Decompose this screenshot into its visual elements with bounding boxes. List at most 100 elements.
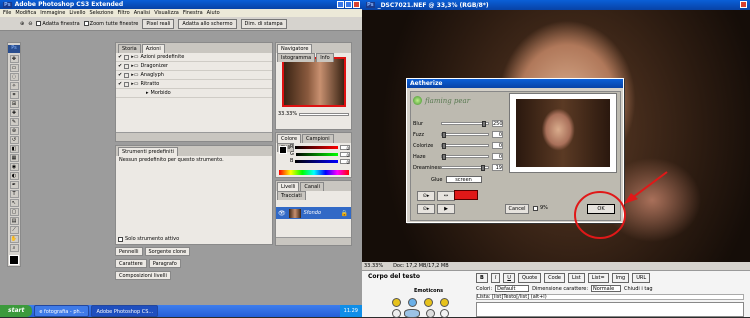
menu-selezione[interactable]: Selezione	[89, 10, 113, 16]
color-channel-slider[interactable]	[295, 159, 338, 163]
navigator-zoom-slider[interactable]	[299, 112, 349, 116]
shape-tool-icon[interactable]: ▢	[9, 208, 19, 216]
eraser-tool-icon[interactable]: ◧	[9, 145, 19, 153]
format-list-button[interactable]: List=	[587, 273, 609, 283]
size-select[interactable]: Normale	[591, 285, 622, 292]
checkmark-icon[interactable]: ✔	[118, 72, 122, 78]
fit-screen-button[interactable]: Adatta allo schermo	[178, 18, 237, 29]
wand-tool-icon[interactable]: ✧	[9, 82, 19, 90]
menu-file[interactable]: File	[3, 10, 11, 16]
dialog-toggle-icon[interactable]	[124, 54, 130, 60]
colori-select[interactable]: Default	[495, 285, 530, 292]
menu-finestra[interactable]: Finestra	[183, 10, 203, 16]
stamp-tool-icon[interactable]: ⊛	[9, 127, 19, 135]
print-size-button[interactable]: Dim. di stampa	[240, 18, 287, 29]
fit-window-checkbox[interactable]	[36, 21, 42, 26]
slice-tool-icon[interactable]: ⊞	[9, 100, 19, 108]
tab-layers-tracciati[interactable]: Tracciati	[277, 191, 306, 200]
action-item[interactable]: ✔ ▸▭ Azioni predefinite	[116, 53, 272, 62]
eye-icon[interactable]: 👁	[278, 210, 286, 217]
tab-layers-canali[interactable]: Canali	[300, 182, 324, 191]
tab-color-colore[interactable]: Colore	[277, 134, 302, 143]
maximize-button[interactable]	[345, 1, 352, 8]
notes-tool-icon[interactable]: ▤	[9, 217, 19, 225]
close-tags-link[interactable]: Chiudi i tag	[624, 286, 653, 292]
checkmark-icon[interactable]: ✔	[118, 81, 122, 87]
minimize-button[interactable]	[337, 1, 344, 8]
tab-pennelli[interactable]: Pennelli	[115, 247, 143, 256]
taskbar-item-photoshop[interactable]: Adobe Photoshop CS...	[91, 305, 159, 317]
menu-livello[interactable]: Livello	[69, 10, 85, 16]
dodge-tool-icon[interactable]: ◐	[9, 172, 19, 180]
tab-color-campioni[interactable]: Campioni	[302, 134, 334, 143]
menu-aiuto[interactable]: Aiuto	[207, 10, 220, 16]
tab-sorgente-clone[interactable]: Sorgente clone	[144, 247, 191, 256]
format-quote-button[interactable]: Quote	[517, 273, 542, 283]
dialog-toggle-icon[interactable]	[124, 81, 130, 87]
message-textarea[interactable]	[476, 302, 744, 317]
layer-row[interactable]: 👁 Sfondo 🔒	[276, 207, 351, 219]
color-ramp[interactable]	[279, 170, 349, 175]
tab-paragrafo[interactable]: Paragrafo	[148, 259, 181, 268]
tab-actions-storia[interactable]: Storia	[118, 44, 141, 53]
menu-visualizza[interactable]: Visualizza	[154, 10, 179, 16]
blur-tool-icon[interactable]: ◉	[9, 163, 19, 171]
zoom-out-icon[interactable]: ⊖	[28, 21, 32, 27]
zoom-in-icon[interactable]: ⊕	[20, 21, 24, 27]
format-code-button[interactable]: Code	[544, 273, 565, 283]
menu-filtro[interactable]: Filtro	[117, 10, 129, 16]
lasso-tool-icon[interactable]: ◌	[9, 73, 19, 81]
menu-immagine[interactable]: Immagine	[40, 10, 65, 16]
emoticon-cool-icon[interactable]	[440, 298, 449, 307]
hand-tool-icon[interactable]: ✋	[9, 235, 19, 243]
tab-carattere[interactable]: Carattere	[115, 259, 147, 268]
action-item[interactable]: ▸ Morbido	[116, 89, 272, 98]
color-channel-value[interactable]: 0	[340, 158, 350, 165]
tab-composizioni-livelli[interactable]: Composizioni livelli	[115, 271, 171, 280]
navigator-thumbnail[interactable]	[281, 57, 346, 107]
zoom-all-checkbox[interactable]	[83, 21, 89, 26]
brush-tool-icon[interactable]: ✎	[9, 118, 19, 126]
zoom-tool-icon[interactable]: ⌕	[9, 244, 19, 252]
active-tool-checkbox[interactable]	[118, 236, 123, 242]
marquee-tool-icon[interactable]: ▭	[9, 64, 19, 72]
format-img-button[interactable]: Img	[611, 273, 630, 283]
checkmark-icon[interactable]: ✔	[118, 63, 122, 69]
tab-navigator-navigatore[interactable]: Navigatore	[277, 44, 313, 53]
tab-navigator-info[interactable]: Info	[316, 53, 334, 62]
emoticon-smile-icon[interactable]	[392, 298, 401, 307]
format-list-button[interactable]: List	[567, 273, 585, 283]
color-channel-value[interactable]: 0	[340, 151, 350, 158]
emoticon-wink-icon[interactable]	[408, 298, 417, 307]
dialog-toggle-icon[interactable]	[124, 63, 130, 69]
eyedropper-tool-icon[interactable]: ⟋	[9, 226, 19, 234]
close-button[interactable]	[353, 1, 360, 8]
history-tool-icon[interactable]: ↺	[9, 136, 19, 144]
menu-analisi[interactable]: Analisi	[134, 10, 150, 16]
path-tool-icon[interactable]: ↖	[9, 199, 19, 207]
heal-tool-icon[interactable]: ✚	[9, 109, 19, 117]
format-u-button[interactable]: U	[503, 273, 515, 283]
format-url-button[interactable]: URL	[632, 273, 651, 283]
taskbar-item-browser[interactable]: e fotografia - ph...	[34, 305, 90, 317]
type-tool-icon[interactable]: T	[9, 190, 19, 198]
tab-tool-presets[interactable]: Strumenti predefiniti	[118, 147, 178, 156]
emoticon-grin-icon[interactable]	[424, 298, 433, 307]
tab-navigator-istogramma[interactable]: Istogramma	[277, 53, 316, 62]
action-item[interactable]: ✔ ▸▭ Ritratto	[116, 80, 272, 89]
actual-pixels-button[interactable]: Pixel reali	[142, 18, 175, 29]
foreground-color-swatch[interactable]	[279, 146, 287, 154]
action-item[interactable]: ✔ ▸▭ Anaglyph	[116, 71, 272, 80]
tab-actions-azioni[interactable]: Azioni	[141, 44, 165, 53]
color-swatches-icon[interactable]	[9, 255, 19, 265]
gradient-tool-icon[interactable]: ▦	[9, 154, 19, 162]
pen-tool-icon[interactable]: ✒	[9, 181, 19, 189]
format-i-button[interactable]: I	[490, 273, 501, 283]
tab-layers-livelli[interactable]: Livelli	[277, 182, 300, 191]
move-tool-icon[interactable]: ✥	[9, 55, 19, 63]
checkmark-icon[interactable]: ✔	[118, 54, 122, 60]
color-channel-slider[interactable]	[295, 152, 338, 156]
color-channel-value[interactable]: 0	[340, 144, 350, 151]
chevron-right-icon[interactable]: ▸	[146, 90, 149, 96]
format-b-button[interactable]: B	[476, 273, 488, 283]
